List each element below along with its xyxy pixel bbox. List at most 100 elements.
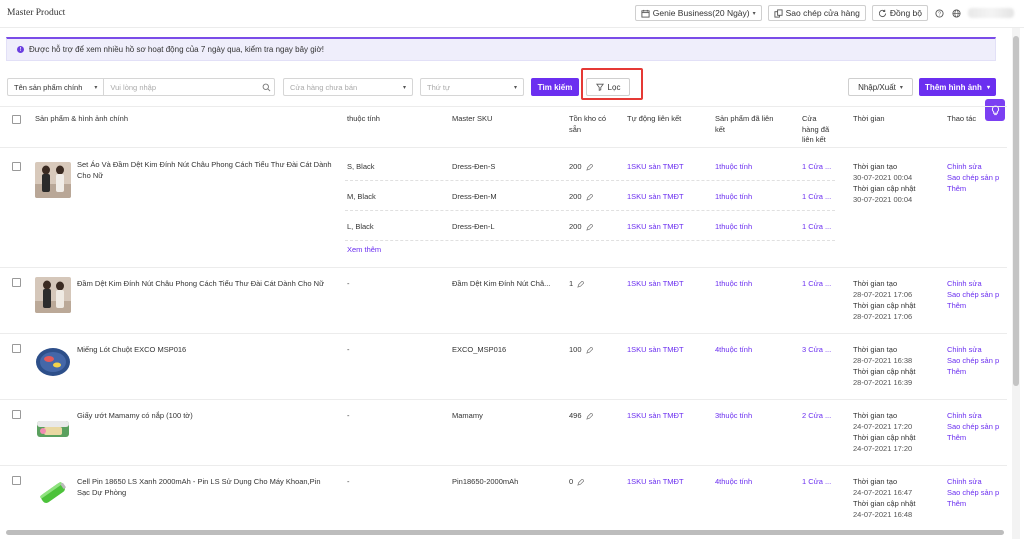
edit-icon[interactable] — [585, 163, 593, 171]
search-input[interactable]: Vui lòng nhập — [104, 83, 258, 92]
autolink-link[interactable]: 1SKU sàn TMĐT — [627, 221, 684, 232]
product-name-line: Cell Pin 18650 LS Xanh 2000mAh - Pin LS … — [77, 477, 321, 486]
linked-attributes-link[interactable]: 4thuộc tính — [715, 344, 752, 355]
edit-icon[interactable] — [585, 193, 593, 201]
linked-stores-link[interactable]: 1 Cửa ... — [802, 221, 831, 232]
updated-value: 28-07-2021 17:06 — [853, 312, 913, 321]
add-link[interactable]: Thêm — [947, 432, 1005, 443]
copy-store-label: Sao chép cửa hàng — [785, 8, 860, 18]
updated-value: 24-07-2021 16:48 — [853, 510, 913, 519]
edit-icon[interactable] — [577, 280, 585, 288]
row-actions: Chỉnh sửa Sao chép sản p Thêm — [947, 410, 1005, 443]
sync-icon — [878, 9, 886, 17]
autolink-link[interactable]: 1SKU sàn TMĐT — [627, 410, 684, 421]
edit-icon[interactable] — [577, 478, 585, 486]
edit-icon[interactable] — [585, 223, 593, 231]
horizontal-scrollbar[interactable] — [6, 530, 1004, 535]
linked-attributes-link[interactable]: 1thuộc tính — [715, 221, 752, 232]
autolink-link[interactable]: 1SKU sàn TMĐT — [627, 476, 684, 487]
product-thumbnail[interactable] — [35, 343, 71, 379]
created-label: Thời gian tạo — [853, 345, 898, 354]
copy-product-link[interactable]: Sao chép sản p — [947, 487, 1005, 498]
product-thumbnail[interactable] — [35, 277, 71, 313]
edit-link[interactable]: Chỉnh sửa — [947, 278, 1005, 289]
store-selector[interactable]: Genie Business(20 Ngày) ▾ — [634, 5, 762, 21]
product-name-line: Set Áo Và Đầm Dệt Kim Đính Nút Châu Phon… — [77, 160, 332, 169]
linked-stores-link[interactable]: 1 Cửa ... — [802, 161, 831, 172]
variant-stock: 200 — [569, 161, 593, 172]
row-checkbox[interactable] — [12, 476, 21, 485]
linked-attributes-link[interactable]: 1thuộc tính — [715, 191, 752, 202]
row-checkbox[interactable] — [12, 278, 21, 287]
chevron-down-icon: ▾ — [94, 84, 98, 91]
notice-banner: ! Được hỗ trợ để xem nhiều hồ sơ hoạt độ… — [6, 37, 996, 61]
linked-attributes-link[interactable]: 3thuộc tính — [715, 410, 752, 421]
row-checkbox[interactable] — [12, 410, 21, 419]
linked-attributes-link[interactable]: 4thuộc tính — [715, 476, 752, 487]
stock-value: 100 — [569, 345, 582, 354]
linked-stores-link[interactable]: 2 Cửa ... — [802, 410, 831, 421]
row-checkbox[interactable] — [12, 162, 21, 171]
autolink-link[interactable]: 1SKU sàn TMĐT — [627, 191, 684, 202]
linked-attributes-link[interactable]: 1thuộc tính — [715, 278, 752, 289]
add-link[interactable]: Thêm — [947, 366, 1005, 377]
autolink-link[interactable]: 1SKU sàn TMĐT — [627, 161, 684, 172]
linked-stores-link[interactable]: 1 Cửa ... — [802, 191, 831, 202]
linked-stores-link[interactable]: 1 Cửa ... — [802, 278, 831, 289]
autolink-link[interactable]: 1SKU sàn TMĐT — [627, 344, 684, 355]
edit-link[interactable]: Chỉnh sửa — [947, 161, 1005, 172]
stock-value: 1 — [569, 279, 574, 288]
language-button[interactable] — [951, 8, 962, 19]
col-linked: Sản phẩm đã liên kết — [715, 114, 773, 135]
edit-icon[interactable] — [585, 346, 593, 354]
product-thumbnail[interactable] — [35, 475, 71, 511]
updated-label: Thời gian cập nhật — [853, 433, 916, 442]
store-filter-dropdown[interactable]: Cửa hàng chưa bán ▾ — [283, 78, 413, 96]
edit-icon[interactable] — [585, 412, 593, 420]
import-export-dropdown[interactable]: Nhập/Xuất ▾ — [848, 78, 913, 96]
updated-value: 30-07-2021 00:04 — [853, 195, 913, 204]
product-name[interactable]: Set Áo Và Đầm Dệt Kim Đính Nút Châu Phon… — [77, 159, 332, 181]
product-name[interactable]: Cell Pin 18650 LS Xanh 2000mAh - Pin LS … — [77, 476, 321, 498]
product-name[interactable]: Đầm Dệt Kim Đính Nút Châu Phong Cách Tiể… — [77, 278, 324, 289]
edit-link[interactable]: Chỉnh sửa — [947, 344, 1005, 355]
search-field-select[interactable]: Tên sản phẩm chính ▾ — [8, 79, 105, 95]
search-button[interactable]: Tìm kiếm — [531, 78, 579, 96]
add-link[interactable]: Thêm — [947, 183, 1005, 194]
updated-label: Thời gian cập nhật — [853, 184, 916, 193]
linked-attributes-link[interactable]: 1thuộc tính — [715, 161, 752, 172]
copy-product-link[interactable]: Sao chép sản p — [947, 172, 1005, 183]
linked-stores-link[interactable]: 3 Cửa ... — [802, 344, 831, 355]
see-more-link[interactable]: Xem thêm — [347, 244, 381, 255]
copy-product-link[interactable]: Sao chép sản p — [947, 355, 1005, 366]
add-link[interactable]: Thêm — [947, 300, 1005, 311]
stock-cell: 100 — [569, 344, 593, 355]
edit-link[interactable]: Chỉnh sửa — [947, 410, 1005, 421]
info-icon: ! — [17, 46, 24, 53]
sync-button[interactable]: Đồng bộ — [871, 5, 928, 21]
order-dropdown[interactable]: Thứ tự ▾ — [420, 78, 524, 96]
edit-link[interactable]: Chỉnh sửa — [947, 476, 1005, 487]
help-button[interactable]: ? — [934, 8, 945, 19]
add-image-button[interactable]: Thêm hình ảnh ▾ — [919, 78, 996, 96]
product-thumbnail[interactable] — [35, 162, 71, 198]
user-account-blurred[interactable] — [968, 8, 1014, 18]
product-name[interactable]: Giấy ướt Mamamy có nắp (100 tờ) — [77, 410, 193, 421]
copy-product-link[interactable]: Sao chép sản p — [947, 421, 1005, 432]
vertical-scrollbar-thumb[interactable] — [1013, 36, 1019, 386]
autolink-link[interactable]: 1SKU sàn TMĐT — [627, 278, 684, 289]
row-checkbox[interactable] — [12, 344, 21, 353]
select-all-checkbox[interactable] — [12, 115, 21, 124]
linked-stores-link[interactable]: 1 Cửa ... — [802, 476, 831, 487]
row-actions: Chỉnh sửa Sao chép sản p Thêm — [947, 476, 1005, 509]
col-sku: Master SKU — [452, 114, 493, 123]
copy-product-link[interactable]: Sao chép sản p — [947, 289, 1005, 300]
add-link[interactable]: Thêm — [947, 498, 1005, 509]
product-name[interactable]: Miếng Lót Chuột EXCO MSP016 — [77, 344, 186, 355]
copy-store-button[interactable]: Sao chép cửa hàng — [767, 5, 866, 21]
product-thumbnail[interactable] — [35, 409, 71, 445]
stock-cell: 496 — [569, 410, 593, 421]
attribute-value: - — [347, 411, 350, 420]
search-icon[interactable] — [258, 83, 274, 92]
app-title: Master Product — [7, 8, 66, 18]
